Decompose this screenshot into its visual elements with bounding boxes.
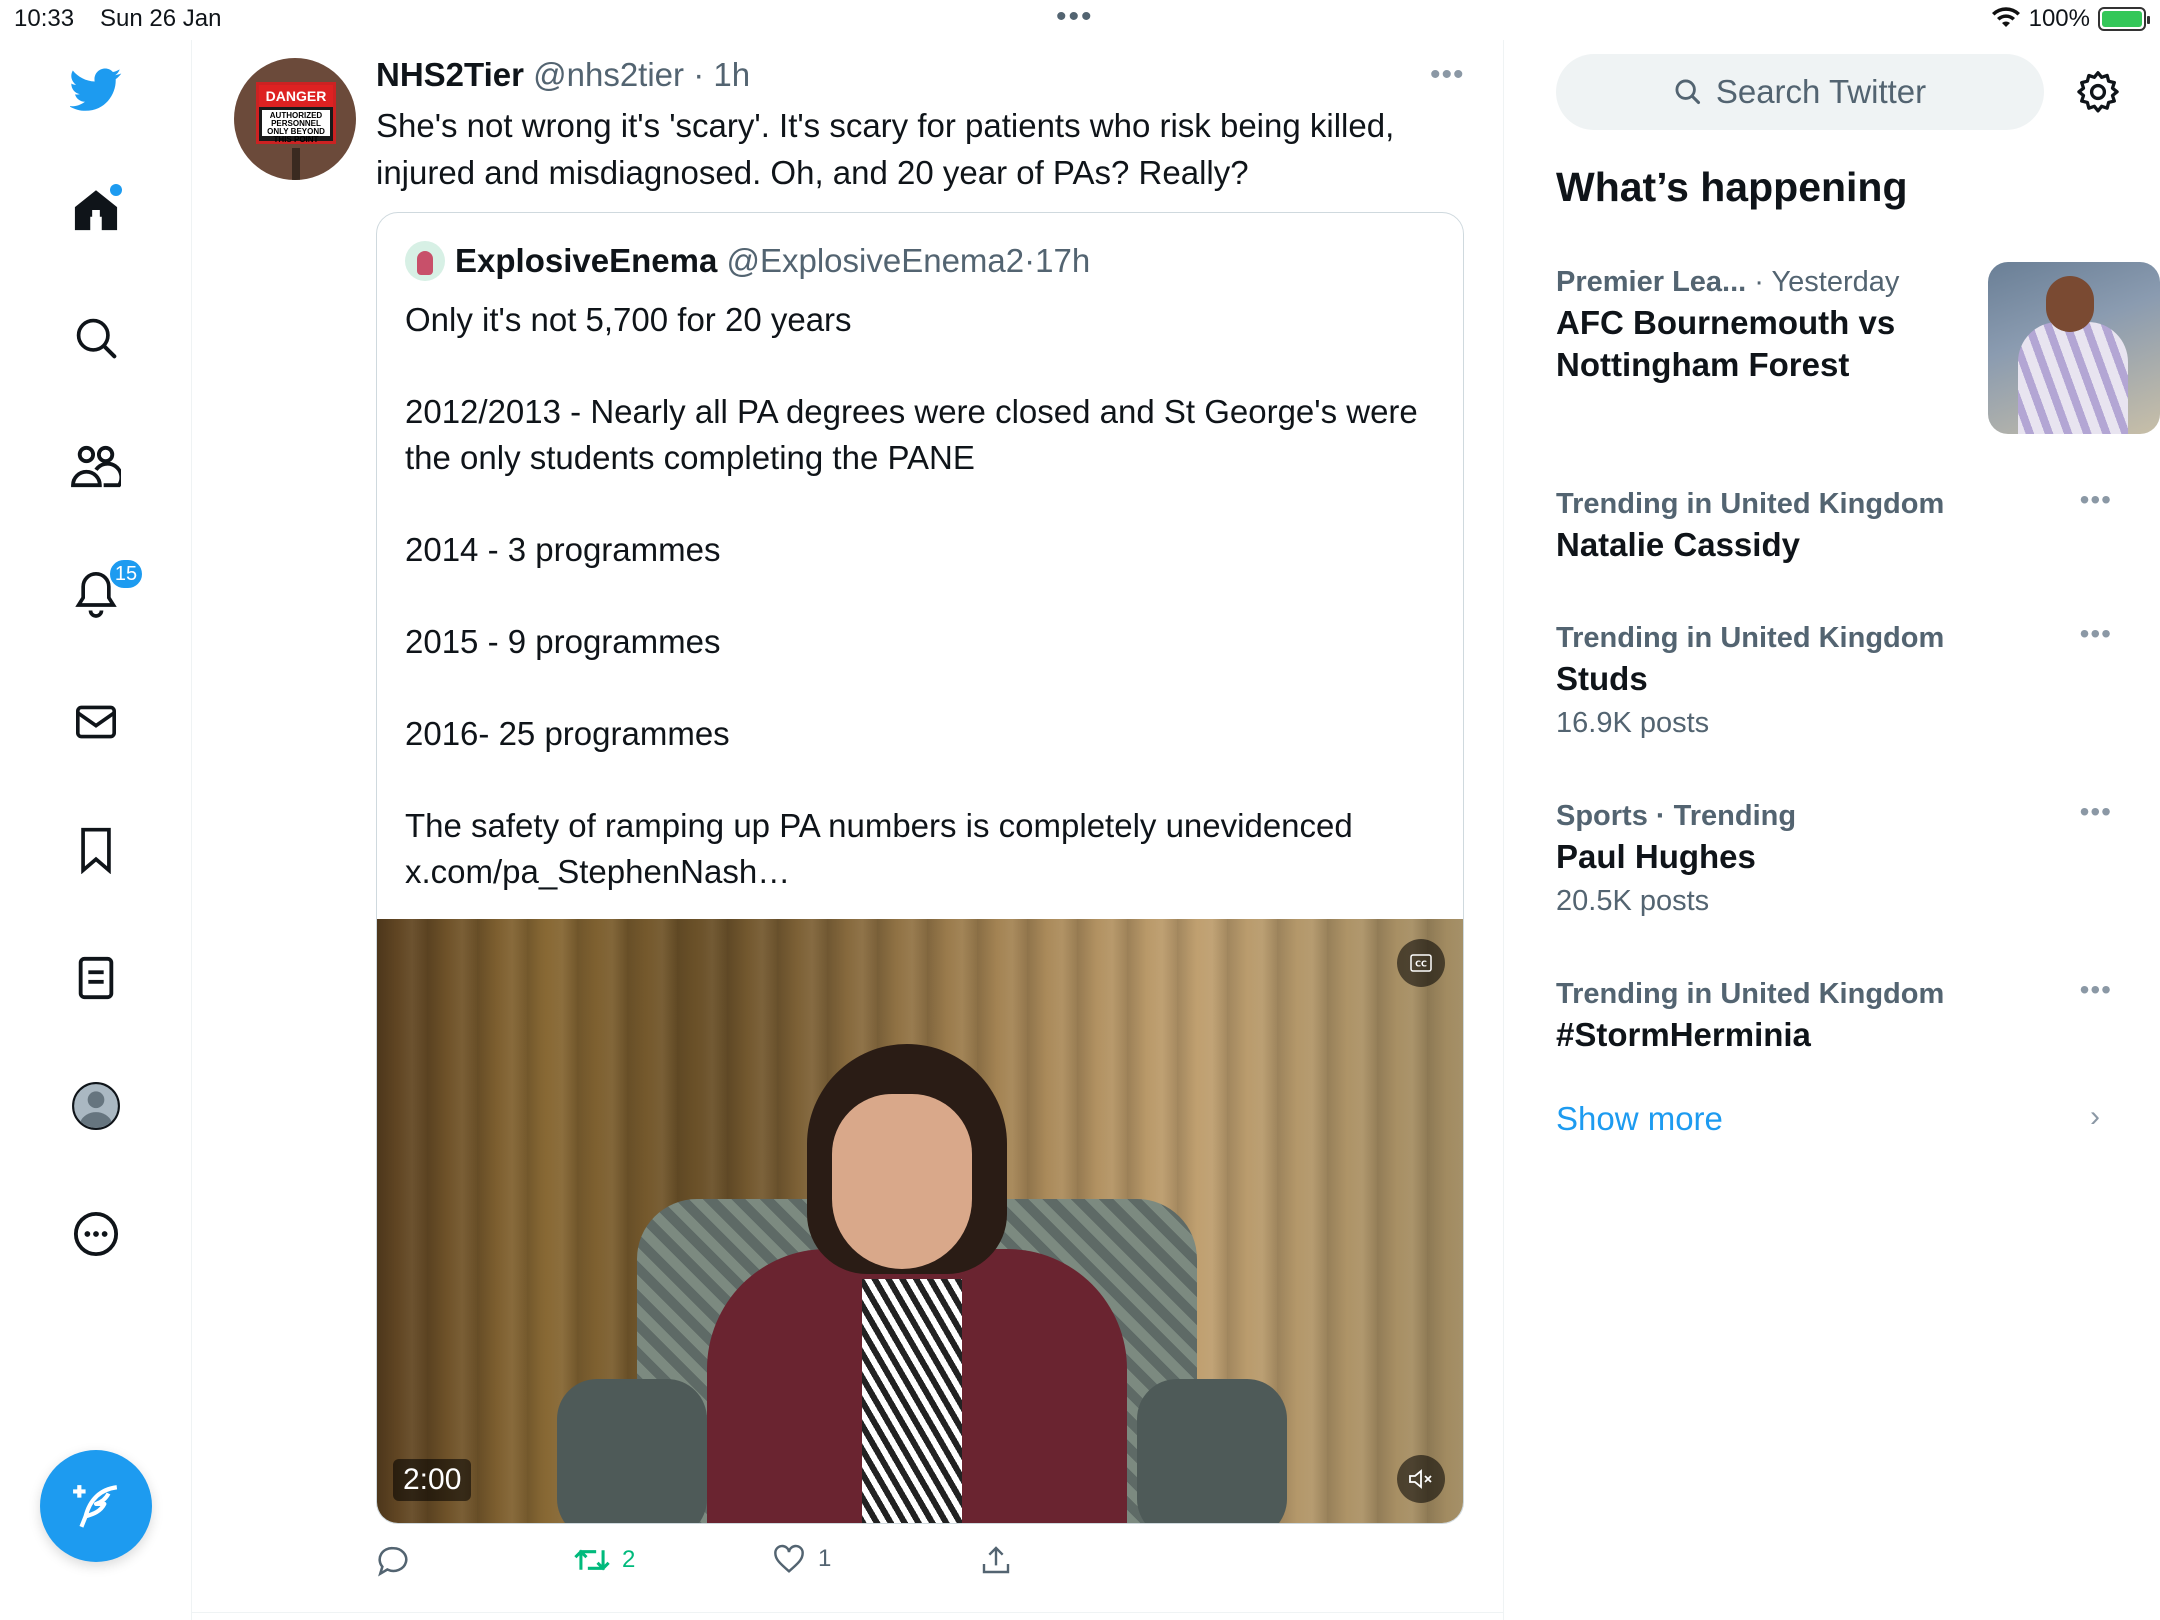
quoted-author-handle: @ExplosiveEnema2 [726,242,1025,279]
trend-count: 20.5K posts [1556,885,1710,917]
whats-happening-title: What’s happening [1556,164,1908,210]
search-box[interactable]: Search Twitter [1556,54,2044,130]
lists-icon[interactable] [66,948,126,1008]
tweet-more-icon[interactable]: ••• [1430,58,1465,92]
quoted-paragraph: Only it's not 5,700 for 20 years [405,301,852,338]
trend-meta: Trending in United Kingdom [1556,978,1945,1010]
trend-more-icon[interactable]: ••• [2080,974,2112,1006]
quoted-paragraph: 2014 - 3 programmes [405,531,721,568]
share-icon [982,1546,1010,1574]
video-duration: 2:00 [393,1459,472,1501]
tweet-author-handle[interactable]: @nhs2tier [533,56,684,93]
more-icon[interactable] [66,1204,126,1264]
heart-icon [774,1544,804,1573]
notifications-icon[interactable]: 15 [66,558,144,624]
reply-button[interactable] [376,1544,422,1578]
battery-percent: 100% [2028,5,2090,32]
retweet-count: 2 [622,1546,636,1573]
tweet-author-name[interactable]: NHS2Tier [376,56,524,93]
trend-item[interactable]: Sports · Trending Paul Hughes 20.5K post… [1556,796,2112,924]
quoted-tweet-text: Only it's not 5,700 for 20 years 2012/20… [405,297,1445,895]
trend-name: AFC Bournemouth vs Nottingham Forest [1556,304,1896,383]
trend-item[interactable]: Trending in United Kingdom Natalie Cassi… [1556,484,2112,566]
danger-sign-text: DANGER [259,85,333,107]
left-navigation: 15 [0,40,192,1620]
video-player[interactable]: 2:00 CC [377,919,1463,1523]
home-icon[interactable] [66,180,126,240]
reply-icon [378,1546,408,1577]
quoted-tweet[interactable]: ExplosiveEnema @ExplosiveEnema2 · 17h On… [376,212,1464,1524]
tweet-divider [192,1612,1504,1613]
quoted-paragraph: 2015 - 9 programmes [405,623,721,660]
danger-sign-subtext: AUTHORIZED PERSONNEL ONLY BEYOND THIS PO… [262,110,330,144]
status-time: 10:33 [14,5,75,32]
quoted-author-avatar [405,241,445,281]
tweet-header: NHS2Tier @nhs2tier · 1h [376,56,751,93]
trend-more-icon[interactable]: ••• [2080,618,2112,650]
search-box-icon [1675,79,1700,105]
multitasking-dots-icon[interactable]: ••• [1056,0,1094,34]
compose-icon [73,1485,118,1528]
wifi-icon [1991,7,2020,27]
battery-icon [2098,7,2150,31]
trend-meta: Sports · Trending [1556,800,1797,832]
settings-gear-icon[interactable] [2074,68,2122,116]
communities-icon[interactable] [66,436,126,496]
trend-item[interactable]: Premier Lea... · Yesterday AFC Bournemou… [1556,262,2160,434]
tweet-text: She's not wrong it's 'scary'. It's scary… [376,107,1395,191]
trend-name: Studs [1556,660,1648,697]
trend-name: Natalie Cassidy [1556,526,1800,563]
trend-more-icon[interactable]: ••• [2080,484,2112,516]
trend-item[interactable]: Trending in United Kingdom #StormHermini… [1556,974,2112,1056]
status-bar: 10:33 Sun 26 Jan ••• 100% [0,0,2160,40]
mute-icon[interactable] [1397,1455,1445,1503]
trend-more-icon[interactable]: ••• [2080,796,2112,828]
show-more-link[interactable]: Show more [1556,1100,1723,1138]
quoted-tweet-time: 17h [1035,242,1091,279]
twitter-logo-icon[interactable] [66,60,126,120]
notifications-badge: 15 [108,558,144,590]
timeline: DANGER AUTHORIZED PERSONNEL ONLY BEYOND … [192,40,1504,1620]
like-count: 1 [818,1545,832,1572]
trend-count: 16.9K posts [1556,707,1710,739]
retweet-button[interactable]: 2 [574,1544,635,1576]
search-icon[interactable] [66,308,126,368]
trend-name: #StormHerminia [1556,1016,1811,1053]
captions-icon[interactable]: CC [1397,939,1445,987]
tweet-actions: 2 1 [376,1544,1456,1594]
like-button[interactable]: 1 [772,1544,831,1574]
status-date: Sun 26 Jan [100,5,222,32]
svg-text:CC: CC [1415,960,1427,969]
home-new-dot [110,184,122,196]
quoted-paragraph: 2012/2013 - Nearly all PA degrees were c… [405,393,1418,476]
bookmarks-icon[interactable] [66,820,126,880]
messages-icon[interactable] [66,692,126,752]
tweet-time[interactable]: 1h [713,56,750,93]
trend-item[interactable]: Trending in United Kingdom Studs 16.9K p… [1556,618,2112,746]
danger-sign-image: DANGER AUTHORIZED PERSONNEL ONLY BEYOND … [256,82,336,144]
quoted-tweet-header: ExplosiveEnema @ExplosiveEnema2 · 17h [405,241,1090,281]
share-button[interactable] [980,1544,1012,1576]
quoted-paragraph: 2016- 25 programmes [405,715,730,752]
retweet-icon [574,1549,610,1571]
tweet-author-avatar[interactable]: DANGER AUTHORIZED PERSONNEL ONLY BEYOND … [234,58,356,180]
trend-thumbnail [1988,262,2160,434]
quoted-link[interactable]: x.com/pa_StephenNash… [405,849,1445,895]
chevron-right-icon[interactable]: › [2090,1100,2100,1134]
trend-meta: Trending in United Kingdom [1556,622,1945,654]
status-indicators: 100% [1991,5,2150,33]
compose-tweet-button[interactable] [40,1450,152,1562]
trend-name: Paul Hughes [1556,838,1756,875]
search-placeholder: Search Twitter [1715,73,1927,110]
quoted-paragraph: The safety of ramping up PA numbers is c… [405,807,1353,844]
trend-meta: Trending in United Kingdom [1556,488,1945,520]
right-sidebar: Search Twitter What’s happening Premier … [1504,40,2160,1620]
profile-icon[interactable] [66,1076,126,1136]
quoted-author-name: ExplosiveEnema [455,242,718,279]
